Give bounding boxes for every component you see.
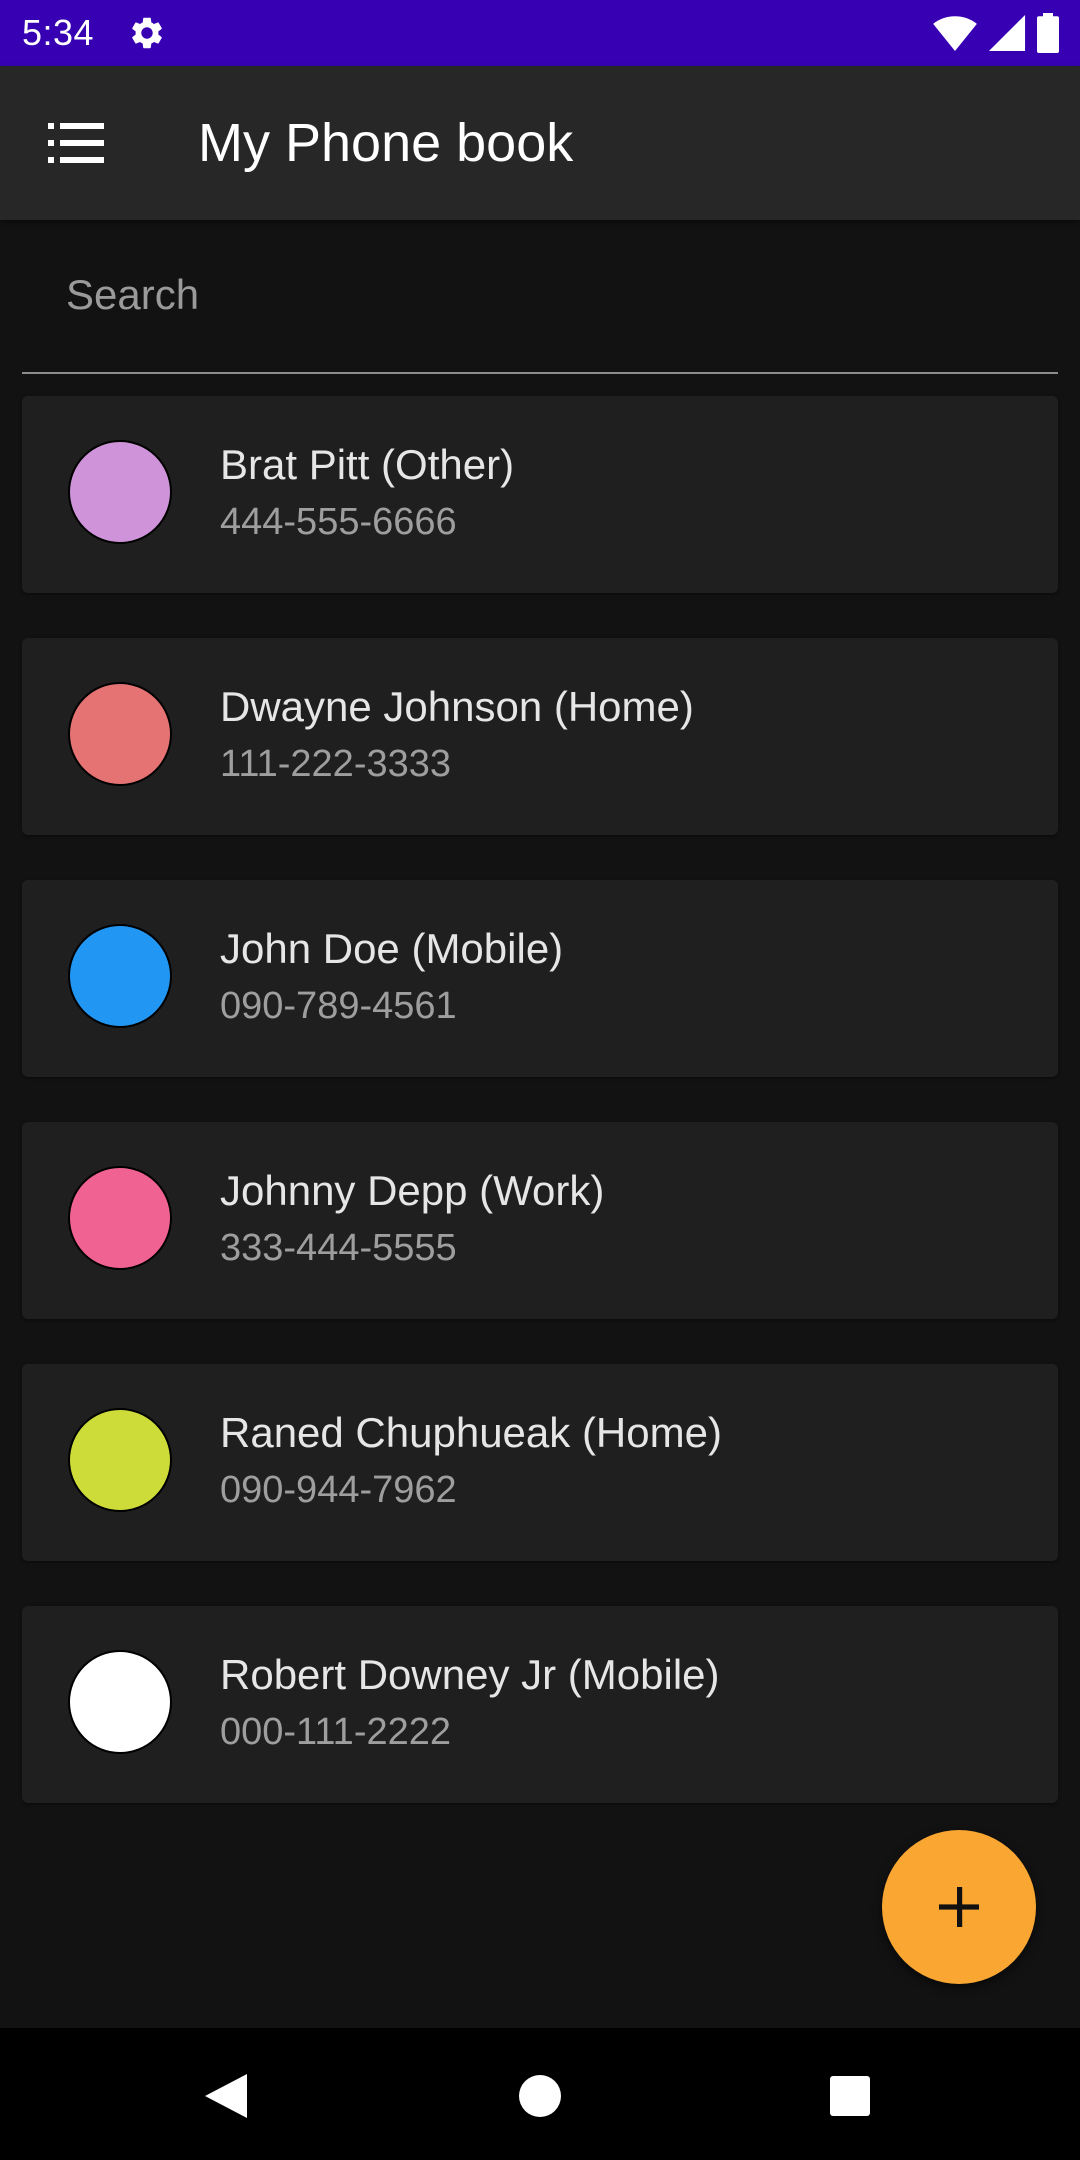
contact-phone: 444-555-6666 bbox=[220, 501, 457, 543]
contact-avatar bbox=[68, 1408, 172, 1512]
contact-avatar bbox=[68, 1650, 172, 1754]
contact-avatar bbox=[68, 1166, 172, 1270]
recents-icon bbox=[830, 2076, 870, 2116]
contact-name: John Doe (Mobile) bbox=[220, 925, 564, 972]
contact-name: Brat Pitt (Other) bbox=[220, 441, 515, 488]
list-icon[interactable] bbox=[48, 121, 104, 165]
contact-card[interactable]: Dwayne Johnson (Home) 111-222-3333 bbox=[22, 638, 1058, 835]
contact-list: Brat Pitt (Other) 444-555-6666 Dwayne Jo… bbox=[22, 396, 1058, 1848]
contact-avatar bbox=[68, 682, 172, 786]
page-title: My Phone book bbox=[198, 113, 574, 173]
contact-card[interactable]: Robert Downey Jr (Mobile) 000-111-2222 bbox=[22, 1606, 1058, 1803]
contact-avatar bbox=[68, 440, 172, 544]
app-bar: My Phone book bbox=[0, 66, 1080, 220]
contact-name: Johnny Depp (Work) bbox=[220, 1167, 605, 1214]
add-contact-button[interactable] bbox=[882, 1830, 1036, 1984]
signal-icon bbox=[988, 14, 1026, 52]
battery-icon bbox=[1037, 13, 1059, 53]
contact-card[interactable]: John Doe (Mobile) 090-789-4561 bbox=[22, 880, 1058, 1077]
search-field bbox=[22, 220, 1058, 374]
contact-phone: 333-444-5555 bbox=[220, 1227, 457, 1269]
back-button[interactable] bbox=[196, 2066, 256, 2126]
plus-icon bbox=[939, 1887, 979, 1927]
contact-phone: 111-222-3333 bbox=[220, 743, 452, 785]
status-bar: 5:34 bbox=[0, 0, 1080, 66]
contact-avatar bbox=[68, 924, 172, 1028]
back-icon bbox=[205, 2074, 247, 2118]
status-time: 5:34 bbox=[22, 12, 95, 53]
status-icons bbox=[932, 12, 1060, 54]
recents-button[interactable] bbox=[820, 2066, 880, 2126]
gear-icon bbox=[132, 17, 162, 49]
contact-phone: 090-789-4561 bbox=[220, 985, 457, 1027]
contact-card[interactable]: Brat Pitt (Other) 444-555-6666 bbox=[22, 396, 1058, 593]
contact-card[interactable]: Johnny Depp (Work) 333-444-5555 bbox=[22, 1122, 1058, 1319]
home-icon bbox=[519, 2075, 561, 2117]
contact-card[interactable]: Raned Chuphueak (Home) 090-944-7962 bbox=[22, 1364, 1058, 1561]
contact-phone: 000-111-2222 bbox=[220, 1711, 452, 1753]
home-button[interactable] bbox=[510, 2066, 570, 2126]
contact-name: Robert Downey Jr (Mobile) bbox=[220, 1651, 720, 1698]
navigation-bar bbox=[0, 2028, 1080, 2160]
contact-phone: 090-944-7962 bbox=[220, 1469, 457, 1511]
wifi-icon bbox=[933, 16, 977, 52]
contact-name: Dwayne Johnson (Home) bbox=[220, 683, 694, 730]
search-input[interactable] bbox=[22, 220, 1058, 370]
contact-name: Raned Chuphueak (Home) bbox=[220, 1409, 722, 1456]
